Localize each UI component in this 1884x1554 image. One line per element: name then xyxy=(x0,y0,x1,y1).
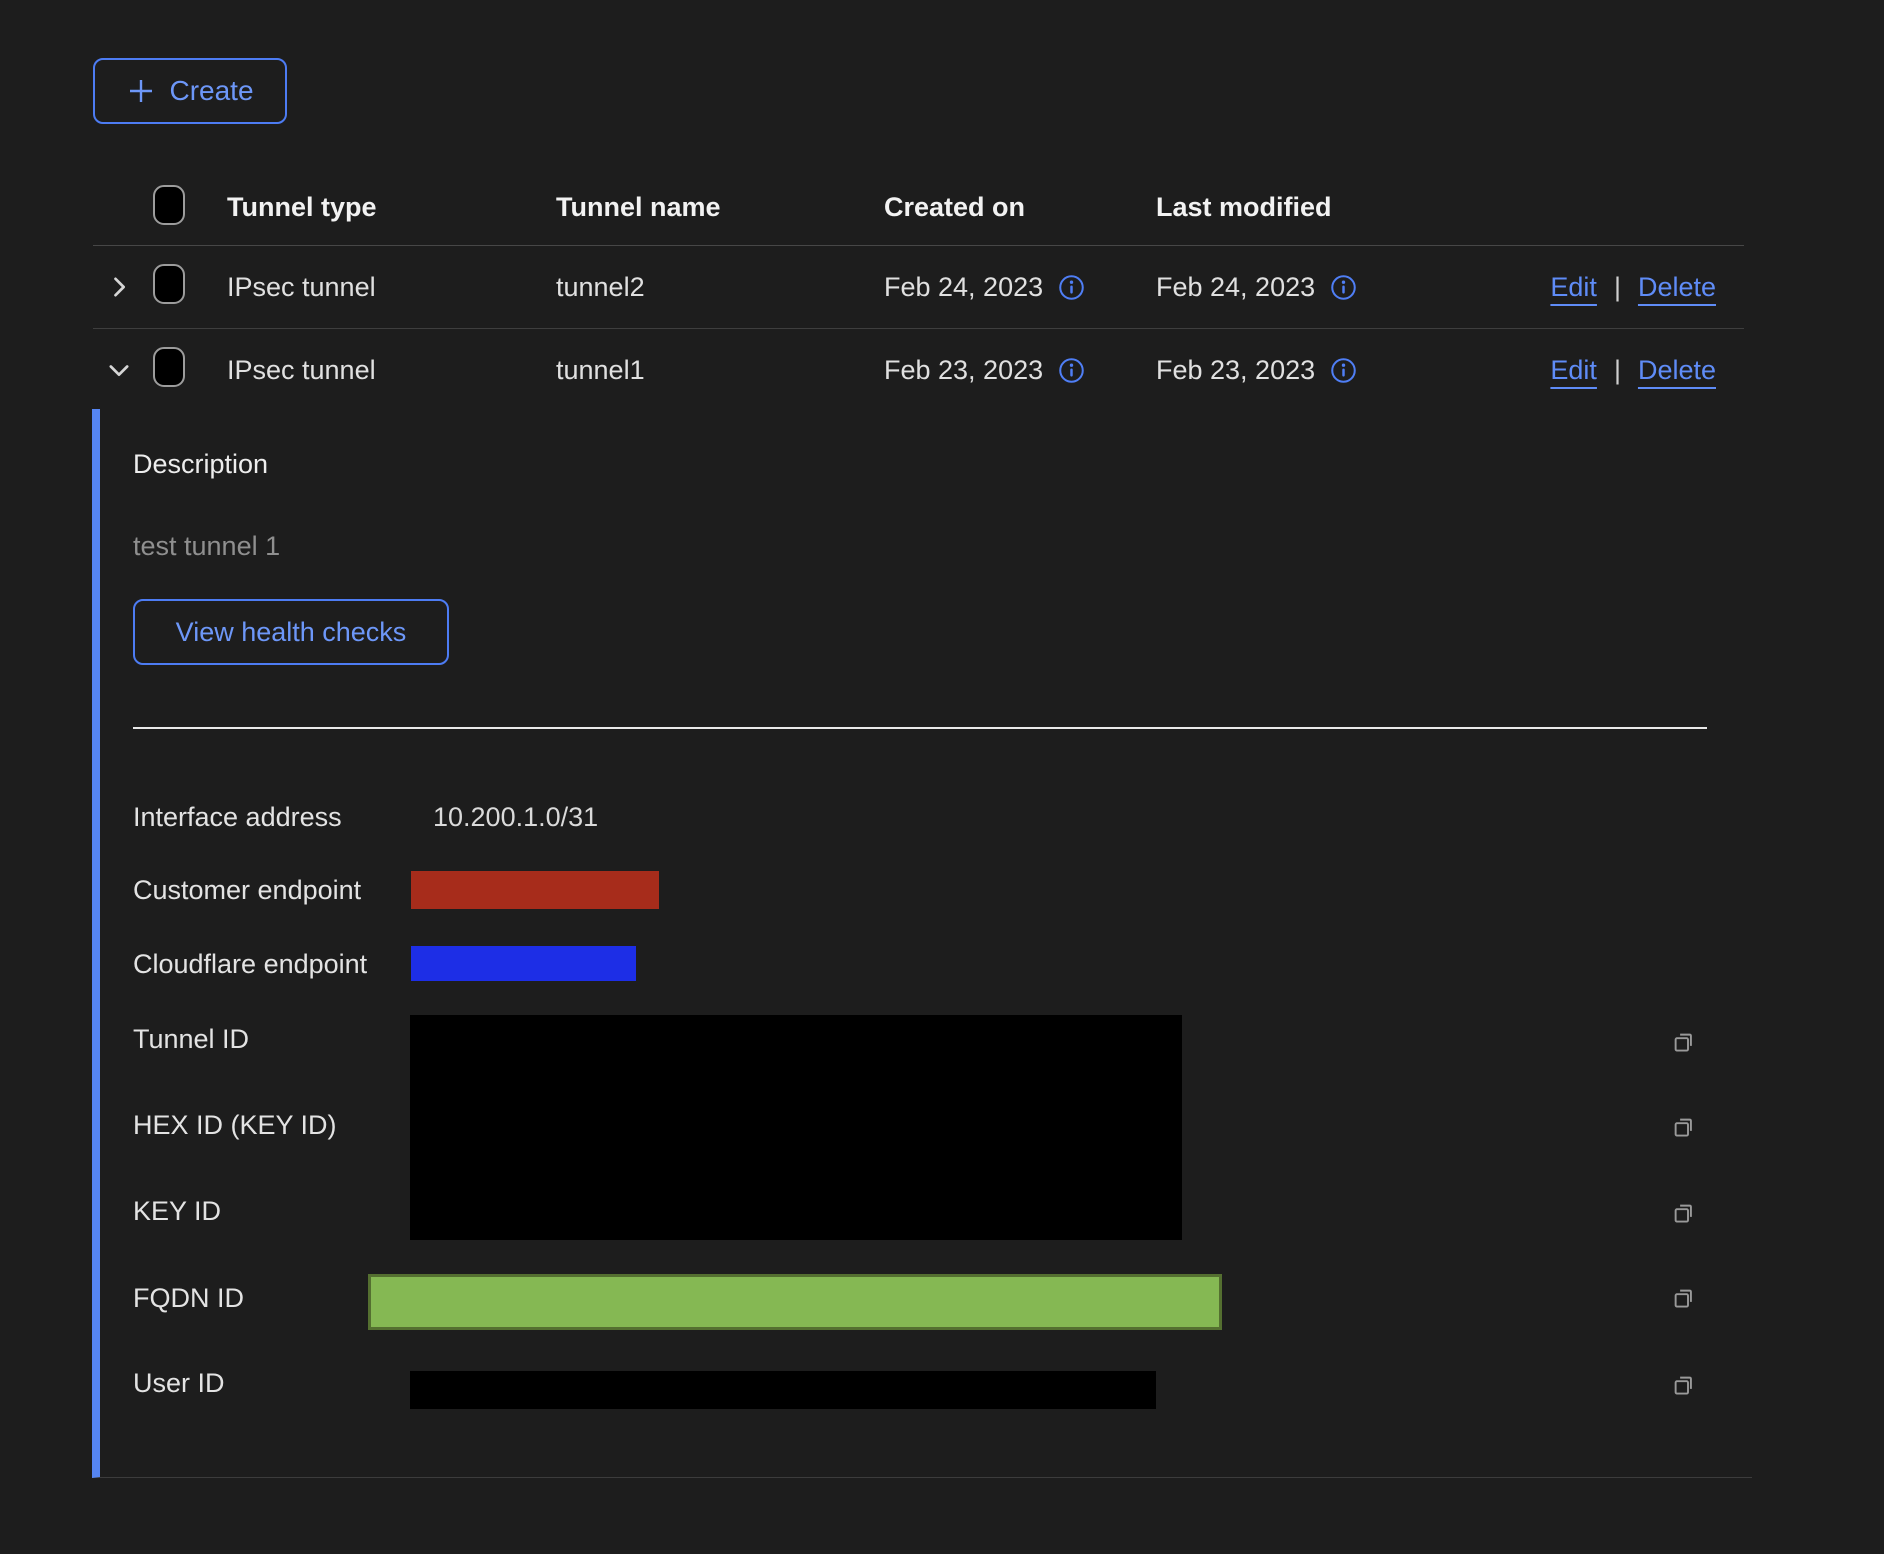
column-header-tunnel-name: Tunnel name xyxy=(556,192,884,223)
action-separator: | xyxy=(1614,355,1621,386)
customer-endpoint-redaction xyxy=(411,871,659,909)
hex-id-label: HEX ID (KEY ID) xyxy=(133,1110,337,1141)
row-checkbox[interactable] xyxy=(153,347,185,387)
column-header-tunnel-type: Tunnel type xyxy=(227,192,556,223)
copy-icon[interactable] xyxy=(1670,1285,1697,1315)
tunnel-name-cell: tunnel2 xyxy=(556,272,884,303)
table-row-tunnel1: IPsec tunnel tunnel1 Feb 23, 2023 Feb 23… xyxy=(93,329,1744,411)
fqdn-id-label: FQDN ID xyxy=(133,1283,244,1314)
select-all-checkbox[interactable] xyxy=(153,185,185,225)
cloudflare-endpoint-label: Cloudflare endpoint xyxy=(133,949,367,980)
user-id-label: User ID xyxy=(133,1368,225,1399)
interface-address-label: Interface address xyxy=(133,802,342,833)
created-on-value: Feb 23, 2023 xyxy=(884,355,1043,386)
fqdn-id-redaction xyxy=(368,1274,1222,1330)
interface-address-value: 10.200.1.0/31 xyxy=(433,802,598,833)
delete-link[interactable]: Delete xyxy=(1638,272,1716,303)
tunnels-page: Create Tunnel type Tunnel name Created o… xyxy=(0,0,1884,1554)
chevron-down-icon[interactable] xyxy=(105,356,133,384)
tunnel-name-cell: tunnel1 xyxy=(556,355,884,386)
plus-icon xyxy=(126,76,156,106)
tunnel-id-label: Tunnel ID xyxy=(133,1024,249,1055)
row-checkbox[interactable] xyxy=(153,264,185,304)
chevron-right-icon[interactable] xyxy=(105,273,133,301)
tunnel-type-cell: IPsec tunnel xyxy=(227,272,556,303)
create-button[interactable]: Create xyxy=(93,58,287,124)
copy-icon[interactable] xyxy=(1670,1114,1697,1144)
user-id-redaction xyxy=(410,1371,1156,1409)
table-row-tunnel2: IPsec tunnel tunnel2 Feb 24, 2023 Feb 24… xyxy=(93,246,1744,329)
last-modified-value: Feb 24, 2023 xyxy=(1156,272,1315,303)
cloudflare-endpoint-redaction xyxy=(411,946,636,981)
copy-icon[interactable] xyxy=(1670,1200,1697,1230)
copy-icon[interactable] xyxy=(1670,1029,1697,1059)
info-icon[interactable] xyxy=(1330,274,1357,301)
copy-icon[interactable] xyxy=(1670,1372,1697,1402)
column-header-last-modified: Last modified xyxy=(1156,192,1430,223)
column-header-created-on: Created on xyxy=(884,192,1156,223)
description-label: Description xyxy=(133,449,268,480)
tunnels-table: Tunnel type Tunnel name Created on Last … xyxy=(93,170,1744,411)
view-health-checks-button[interactable]: View health checks xyxy=(133,599,449,665)
customer-endpoint-label: Customer endpoint xyxy=(133,875,361,906)
last-modified-value: Feb 23, 2023 xyxy=(1156,355,1315,386)
description-value: test tunnel 1 xyxy=(133,531,280,562)
key-id-label: KEY ID xyxy=(133,1196,221,1227)
table-header-row: Tunnel type Tunnel name Created on Last … xyxy=(93,170,1744,246)
info-icon[interactable] xyxy=(1330,357,1357,384)
create-button-label: Create xyxy=(169,75,253,107)
delete-link[interactable]: Delete xyxy=(1638,355,1716,386)
id-group-redaction xyxy=(410,1015,1182,1240)
tunnel-details-panel: Description test tunnel 1 View health ch… xyxy=(92,409,1752,1478)
info-icon[interactable] xyxy=(1058,357,1085,384)
edit-link[interactable]: Edit xyxy=(1550,272,1597,303)
header-checkbox-cell xyxy=(153,185,227,230)
action-separator: | xyxy=(1614,272,1621,303)
edit-link[interactable]: Edit xyxy=(1550,355,1597,386)
tunnel-type-cell: IPsec tunnel xyxy=(227,355,556,386)
section-divider xyxy=(133,727,1707,729)
created-on-value: Feb 24, 2023 xyxy=(884,272,1043,303)
info-icon[interactable] xyxy=(1058,274,1085,301)
